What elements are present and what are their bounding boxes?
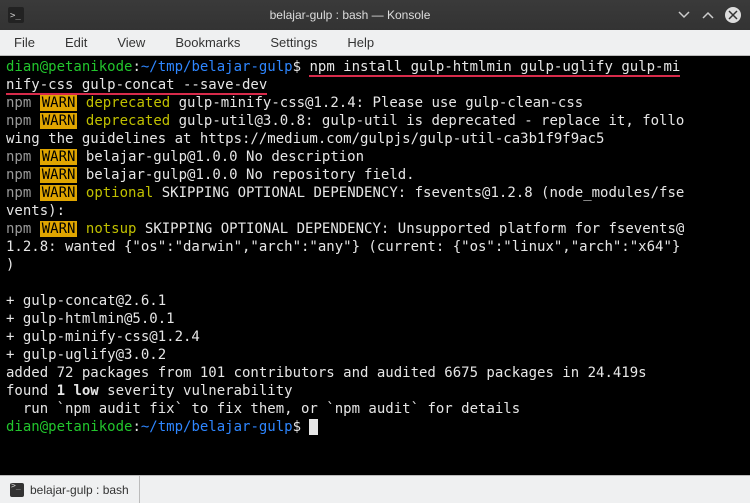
- package-line: + gulp-concat@2.6.1: [6, 293, 166, 309]
- package-line: + gulp-htmlmin@5.0.1: [6, 311, 175, 327]
- close-button[interactable]: [724, 6, 742, 24]
- audit-line: run `npm audit fix` to fix them, or `npm…: [6, 401, 520, 417]
- menu-bookmarks[interactable]: Bookmarks: [169, 32, 246, 53]
- menu-file[interactable]: File: [8, 32, 41, 53]
- output-line: gulp-minify-css@1.2.4: Please use gulp-c…: [170, 95, 583, 111]
- terminal[interactable]: dian@petanikode:~/tmp/belajar-gulp$ npm …: [0, 56, 750, 475]
- titlebar-icon: >_: [8, 7, 24, 23]
- command-part-b: nify-css gulp-concat --save-dev: [6, 77, 267, 95]
- titlebar: >_ belajar-gulp : bash — Konsole: [0, 0, 750, 30]
- optional-label: optional: [86, 185, 153, 201]
- minimize-button[interactable]: [676, 7, 692, 23]
- notsup-label: notsup: [86, 221, 137, 237]
- added-line: added 72 packages from 101 contributors …: [6, 365, 647, 381]
- menu-settings[interactable]: Settings: [264, 32, 323, 53]
- tabbar: belajar-gulp : bash: [0, 475, 750, 503]
- cursor: [309, 419, 318, 435]
- menu-help[interactable]: Help: [341, 32, 380, 53]
- warn-badge: WARN: [40, 95, 78, 111]
- package-line: + gulp-uglify@3.0.2: [6, 347, 166, 363]
- prompt-colon: :: [132, 59, 140, 75]
- package-line: + gulp-minify-css@1.2.4: [6, 329, 200, 345]
- prompt-user: dian@petanikode: [6, 59, 132, 75]
- window-title: belajar-gulp : bash — Konsole: [24, 8, 676, 22]
- npm-prefix: npm: [6, 95, 31, 111]
- maximize-button[interactable]: [700, 7, 716, 23]
- terminal-icon: [10, 483, 24, 497]
- menu-view[interactable]: View: [111, 32, 151, 53]
- prompt-path: ~/tmp/belajar-gulp: [141, 59, 293, 75]
- menubar: File Edit View Bookmarks Settings Help: [0, 30, 750, 56]
- deprecated-label: deprecated: [86, 95, 170, 111]
- svg-text:>_: >_: [10, 11, 21, 21]
- command-part-a: npm install gulp-htmlmin gulp-uglify gul…: [309, 59, 680, 77]
- tab-label: belajar-gulp : bash: [30, 483, 129, 497]
- prompt-end: $: [293, 59, 301, 75]
- tab-terminal[interactable]: belajar-gulp : bash: [0, 476, 140, 503]
- menu-edit[interactable]: Edit: [59, 32, 93, 53]
